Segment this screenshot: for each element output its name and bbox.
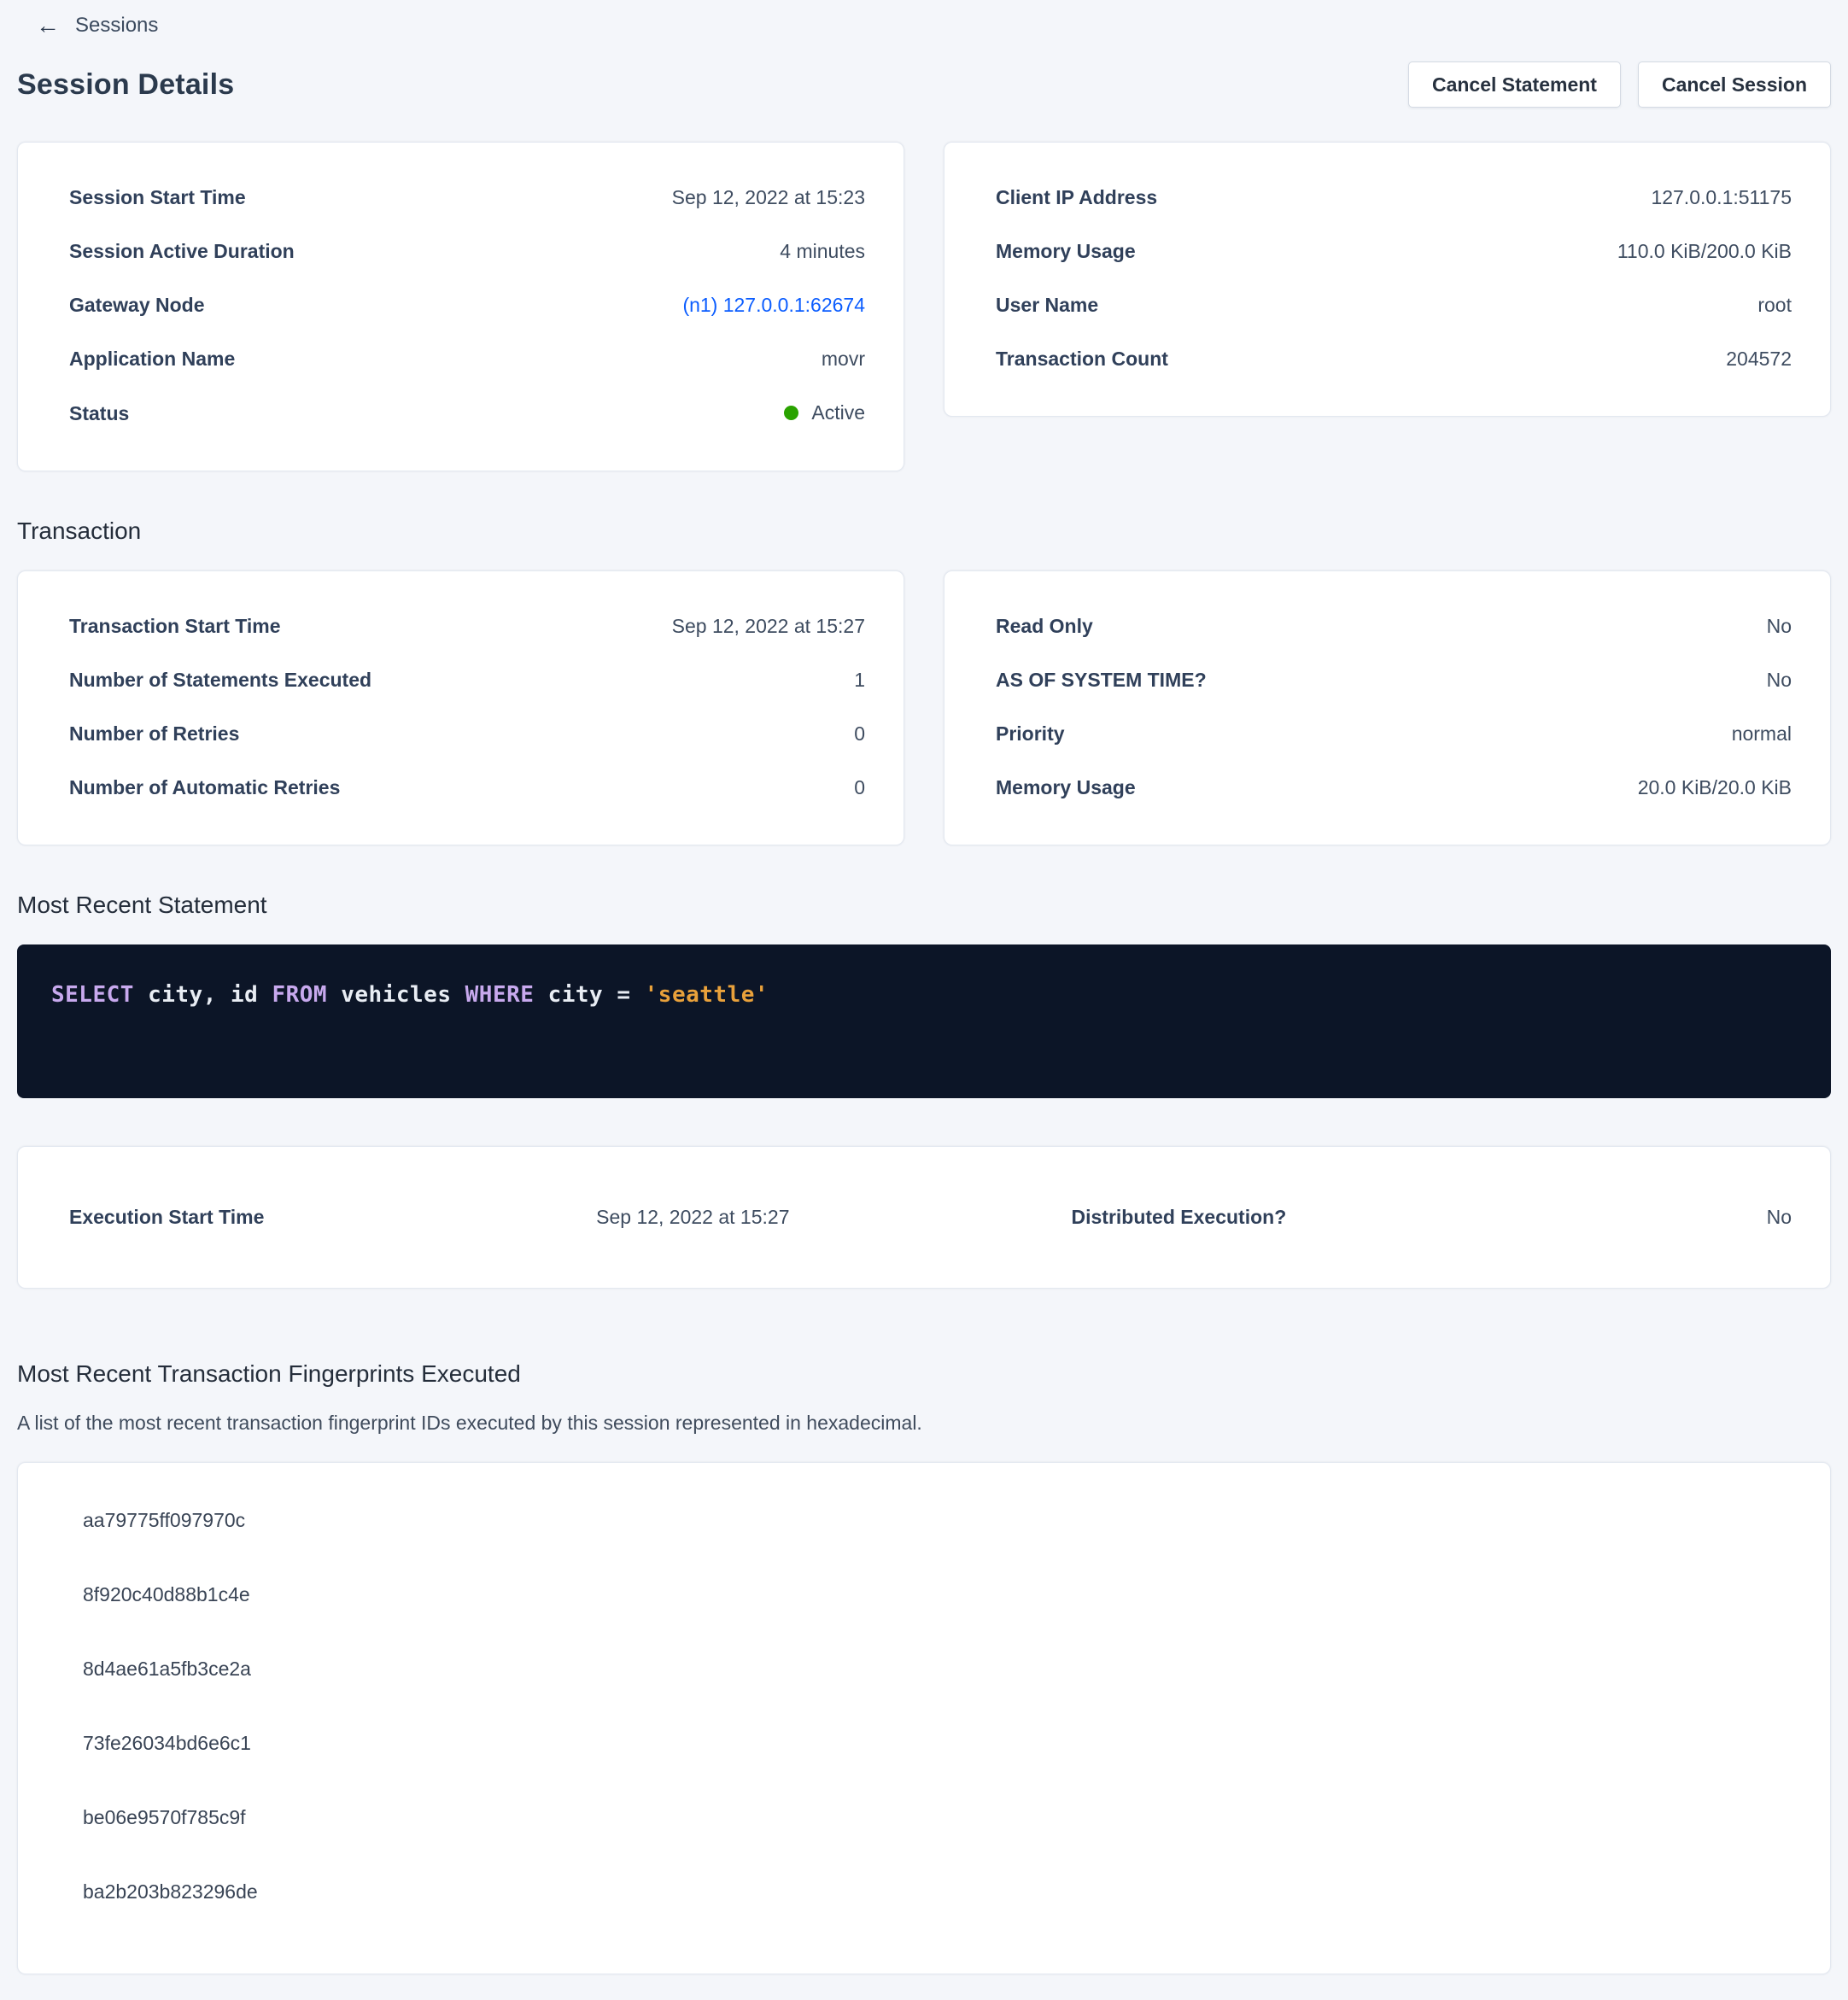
retries-row: Number of Retries 0	[69, 722, 865, 746]
session-info-card: Session Start Time Sep 12, 2022 at 15:23…	[17, 142, 904, 471]
execution-start-time-row: Execution Start Time Sep 12, 2022 at 15:…	[69, 1205, 790, 1230]
execution-info-card: Execution Start Time Sep 12, 2022 at 15:…	[17, 1146, 1831, 1289]
automatic-retries-row: Number of Automatic Retries 0	[69, 775, 865, 800]
fingerprint-item: 8f920c40d88b1c4e	[83, 1582, 1779, 1607]
distributed-execution-label: Distributed Execution?	[1072, 1205, 1287, 1230]
gateway-node-row: Gateway Node (n1) 127.0.0.1:62674	[69, 293, 865, 318]
statements-executed-row: Number of Statements Executed 1	[69, 668, 865, 693]
as-of-system-time-label: AS OF SYSTEM TIME?	[996, 668, 1207, 693]
transaction-memory-usage-value: 20.0 KiB/20.0 KiB	[1638, 775, 1792, 800]
status-value: Active	[811, 401, 865, 425]
client-ip-label: Client IP Address	[996, 185, 1157, 210]
transaction-section: Transaction Start Time Sep 12, 2022 at 1…	[17, 570, 1831, 845]
transaction-count-label: Transaction Count	[996, 347, 1168, 371]
automatic-retries-value: 0	[854, 775, 865, 800]
session-memory-usage-label: Memory Usage	[996, 239, 1136, 264]
status-row: Status Active	[69, 401, 865, 426]
page-header: Session Details Cancel Statement Cancel …	[17, 61, 1831, 108]
priority-value: normal	[1732, 722, 1792, 746]
cancel-statement-button[interactable]: Cancel Statement	[1408, 61, 1621, 108]
transaction-memory-usage-row: Memory Usage 20.0 KiB/20.0 KiB	[996, 775, 1792, 800]
back-arrow-icon: ←	[36, 15, 60, 36]
application-name-label: Application Name	[69, 347, 235, 371]
session-start-time-value: Sep 12, 2022 at 15:23	[672, 185, 865, 210]
session-memory-usage-row: Memory Usage 110.0 KiB/200.0 KiB	[996, 239, 1792, 264]
read-only-label: Read Only	[996, 614, 1093, 639]
retries-value: 0	[854, 722, 865, 746]
user-name-value: root	[1757, 293, 1792, 318]
session-start-time-row: Session Start Time Sep 12, 2022 at 15:23	[69, 185, 865, 210]
priority-label: Priority	[996, 722, 1065, 746]
execution-start-time-value: Sep 12, 2022 at 15:27	[596, 1205, 789, 1230]
status-label: Status	[69, 401, 129, 426]
user-name-row: User Name root	[996, 293, 1792, 318]
transaction-props-card: Read Only No AS OF SYSTEM TIME? No Prior…	[944, 570, 1831, 845]
fingerprint-item: be06e9570f785c9f	[83, 1804, 1779, 1830]
application-name-row: Application Name movr	[69, 347, 865, 371]
session-details-page: ← Sessions Session Details Cancel Statem…	[0, 0, 1848, 2000]
gateway-node-link[interactable]: (n1) 127.0.0.1:62674	[682, 293, 865, 318]
session-active-duration-label: Session Active Duration	[69, 239, 295, 264]
statement-section-heading: Most Recent Statement	[17, 892, 1831, 919]
sql-condition: city =	[548, 982, 631, 1008]
transaction-count-value: 204572	[1726, 347, 1792, 371]
transaction-memory-usage-label: Memory Usage	[996, 775, 1136, 800]
fingerprint-item: 73fe26034bd6e6c1	[83, 1730, 1779, 1756]
execution-start-time-label: Execution Start Time	[69, 1205, 264, 1230]
gateway-node-label: Gateway Node	[69, 293, 205, 318]
sql-columns: city, id	[148, 982, 258, 1008]
session-summary-section: Session Start Time Sep 12, 2022 at 15:23…	[17, 142, 1831, 471]
sql-string-literal: 'seattle'	[645, 982, 769, 1008]
client-ip-row: Client IP Address 127.0.0.1:51175	[996, 185, 1792, 210]
as-of-system-time-row: AS OF SYSTEM TIME? No	[996, 668, 1792, 693]
as-of-system-time-value: No	[1767, 668, 1792, 693]
transaction-info-card: Transaction Start Time Sep 12, 2022 at 1…	[17, 570, 904, 845]
client-ip-value: 127.0.0.1:51175	[1651, 185, 1792, 210]
sql-keyword-select: SELECT	[51, 982, 134, 1008]
transaction-start-time-row: Transaction Start Time Sep 12, 2022 at 1…	[69, 614, 865, 639]
read-only-value: No	[1767, 614, 1792, 639]
distributed-execution-value: No	[1767, 1205, 1792, 1230]
session-memory-usage-value: 110.0 KiB/200.0 KiB	[1617, 239, 1792, 264]
fingerprints-list: aa79775ff097970c 8f920c40d88b1c4e 8d4ae6…	[83, 1507, 1779, 1904]
transaction-start-time-label: Transaction Start Time	[69, 614, 281, 639]
status-badge: Active	[784, 401, 865, 425]
fingerprints-section-heading: Most Recent Transaction Fingerprints Exe…	[17, 1360, 1831, 1388]
page-title: Session Details	[17, 68, 234, 102]
sql-keyword-from: FROM	[272, 982, 327, 1008]
sql-statement-box: SELECT city, id FROM vehicles WHERE city…	[17, 944, 1831, 1098]
automatic-retries-label: Number of Automatic Retries	[69, 775, 340, 800]
breadcrumb-label: Sessions	[75, 14, 158, 38]
read-only-row: Read Only No	[996, 614, 1792, 639]
statements-executed-value: 1	[854, 668, 865, 693]
priority-row: Priority normal	[996, 722, 1792, 746]
sql-keyword-where: WHERE	[465, 982, 535, 1008]
session-active-duration-value: 4 minutes	[780, 239, 865, 264]
transaction-start-time-value: Sep 12, 2022 at 15:27	[672, 614, 865, 639]
fingerprint-item: 8d4ae61a5fb3ce2a	[83, 1656, 1779, 1681]
distributed-execution-row: Distributed Execution? No	[1072, 1205, 1792, 1230]
statements-executed-label: Number of Statements Executed	[69, 668, 371, 693]
header-actions: Cancel Statement Cancel Session	[1408, 61, 1831, 108]
fingerprint-item: aa79775ff097970c	[83, 1507, 1779, 1533]
session-active-duration-row: Session Active Duration 4 minutes	[69, 239, 865, 264]
transaction-section-heading: Transaction	[17, 518, 1831, 545]
user-name-label: User Name	[996, 293, 1098, 318]
transaction-count-row: Transaction Count 204572	[996, 347, 1792, 371]
cancel-session-button[interactable]: Cancel Session	[1638, 61, 1831, 108]
fingerprints-card: aa79775ff097970c 8f920c40d88b1c4e 8d4ae6…	[17, 1462, 1831, 1974]
fingerprints-description: A list of the most recent transaction fi…	[17, 1412, 1831, 1435]
application-name-value: movr	[822, 347, 865, 371]
status-active-dot-icon	[784, 406, 798, 420]
retries-label: Number of Retries	[69, 722, 239, 746]
sql-table: vehicles	[341, 982, 451, 1008]
fingerprint-item: ba2b203b823296de	[83, 1879, 1779, 1904]
session-start-time-label: Session Start Time	[69, 185, 246, 210]
client-info-card: Client IP Address 127.0.0.1:51175 Memory…	[944, 142, 1831, 417]
breadcrumb-back-link[interactable]: ← Sessions	[17, 9, 158, 38]
